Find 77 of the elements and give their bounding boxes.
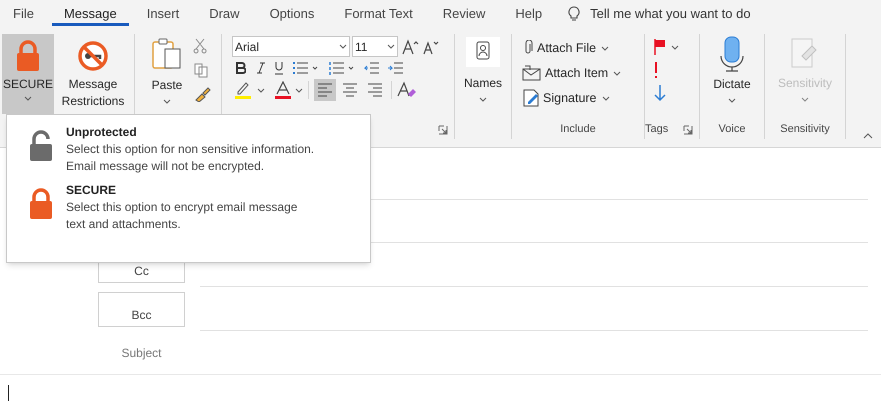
scissors-icon[interactable] xyxy=(193,38,207,54)
italic-icon[interactable] xyxy=(256,62,266,74)
underline-icon[interactable] xyxy=(274,61,284,75)
lightbulb-icon xyxy=(568,6,580,22)
brush-icon[interactable] xyxy=(193,86,211,102)
message-restrictions-button[interactable]: Message Restrictions xyxy=(56,34,130,114)
group-label: Sensitivity xyxy=(779,122,831,136)
group-label: Voice xyxy=(718,122,746,136)
dialog-launcher-icon[interactable] xyxy=(438,125,448,135)
caret-icon xyxy=(671,44,679,50)
outdent-icon[interactable] xyxy=(364,61,380,75)
menu-option[interactable]: Unprotected Select this option for non sensitive information. Email message will not be encrypted. xyxy=(7,124,370,175)
text-cursor xyxy=(8,385,9,401)
align-left-button[interactable] xyxy=(314,79,336,101)
shrink-font-icon[interactable] xyxy=(422,38,440,54)
no-key-icon xyxy=(77,40,109,72)
attach-signature-button[interactable]: Signature xyxy=(522,88,644,108)
high-importance-icon[interactable] xyxy=(653,61,659,79)
ribbon-tab[interactable]: Options xyxy=(258,2,326,26)
option-title: SECURE xyxy=(66,182,118,199)
highlighter-icon[interactable] xyxy=(234,81,254,99)
subject-label: Subject xyxy=(120,344,163,362)
ribbon-tab[interactable]: Review xyxy=(430,2,498,26)
bullets-icon[interactable] xyxy=(292,61,320,75)
numbering-icon[interactable] xyxy=(328,61,356,75)
recipient-button[interactable]: Bcc xyxy=(98,292,185,326)
ribbon-tab[interactable]: Insert xyxy=(134,2,192,26)
caret-icon xyxy=(801,97,809,102)
group-label: Tags xyxy=(645,122,668,136)
caret-icon xyxy=(257,88,265,92)
grow-font-icon[interactable] xyxy=(402,38,420,54)
ribbon-tab[interactable]: Help xyxy=(503,2,554,26)
caret-icon xyxy=(163,99,171,104)
option-title: Unprotected xyxy=(66,124,138,141)
secure-button[interactable]: SECURE xyxy=(2,34,54,114)
copy-icon[interactable] xyxy=(193,62,209,78)
paste-button[interactable]: Paste xyxy=(147,34,187,114)
attach-file-button[interactable]: Attach File xyxy=(522,38,644,58)
bold-button[interactable] xyxy=(236,62,248,74)
caret-icon xyxy=(728,98,736,103)
caret-icon xyxy=(24,96,32,101)
microphone-icon xyxy=(718,36,745,72)
ribbon-tab[interactable]: File xyxy=(1,2,46,26)
font-field[interactable]: Arial xyxy=(232,36,350,57)
option-description: Select this option for non sensitive information. xyxy=(66,141,314,158)
lock-icon xyxy=(28,188,54,220)
caret-icon xyxy=(295,88,303,92)
option-description: Select this option to encrypt email message xyxy=(66,199,298,216)
group-label: Include xyxy=(559,122,597,136)
signature-icon xyxy=(522,89,540,107)
low-importance-icon[interactable] xyxy=(653,84,667,102)
clear-formatting-icon[interactable] xyxy=(397,81,417,99)
tell-me-search[interactable]: Tell me what you want to do xyxy=(590,4,751,24)
dialog-launcher-icon[interactable] xyxy=(683,125,693,135)
collapse-ribbon-icon[interactable] xyxy=(863,133,873,139)
font-size-field[interactable]: 11 xyxy=(352,36,398,57)
font-color-icon[interactable] xyxy=(274,81,292,99)
address-book-icon xyxy=(464,36,501,68)
names-button[interactable]: Names xyxy=(464,34,502,114)
flag-icon[interactable] xyxy=(653,38,667,56)
caret-icon xyxy=(478,97,487,102)
option-description: Email message will not be encrypted. xyxy=(66,158,266,175)
menu-option[interactable]: SECURE Select this option to encrypt email message text and attachments. xyxy=(7,182,370,233)
caret-icon xyxy=(602,96,610,100)
open-lock-icon xyxy=(28,130,54,162)
lock-icon xyxy=(15,40,41,72)
envelope-clip-icon xyxy=(522,65,542,81)
ribbon-tab[interactable]: Draw xyxy=(197,2,252,26)
option-description: text and attachments. xyxy=(66,216,182,233)
indent-icon[interactable] xyxy=(388,61,404,75)
attach-item-button[interactable]: Attach Item xyxy=(522,63,644,83)
caret-icon xyxy=(339,44,347,49)
caret-icon xyxy=(613,70,622,76)
ribbon-tab[interactable]: Format Text xyxy=(332,2,425,26)
caret-icon xyxy=(387,44,395,49)
dictate-button[interactable]: Dictate xyxy=(713,34,751,114)
caret-icon xyxy=(601,46,610,50)
